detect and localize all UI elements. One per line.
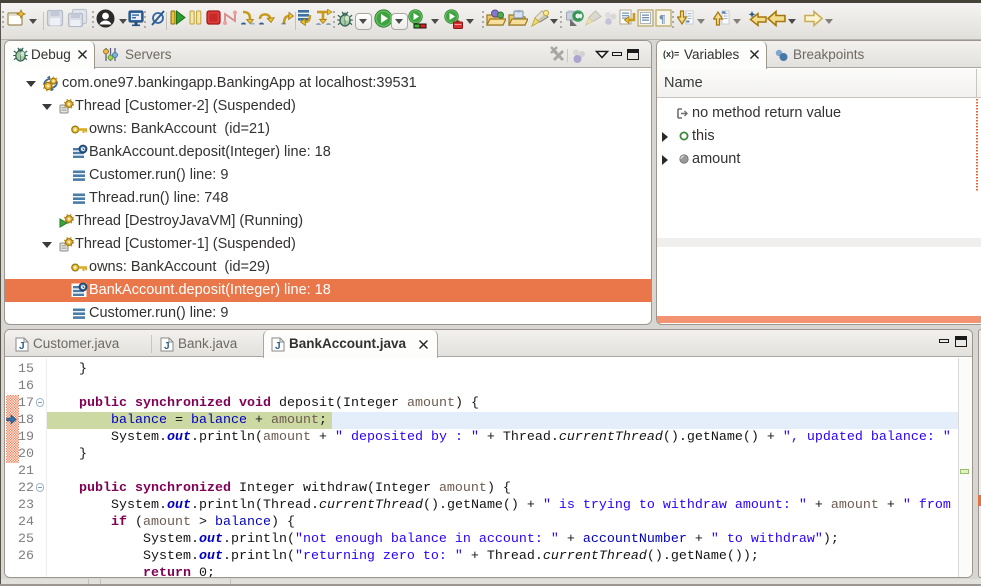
svg-text:¶: ¶ [659,12,665,26]
